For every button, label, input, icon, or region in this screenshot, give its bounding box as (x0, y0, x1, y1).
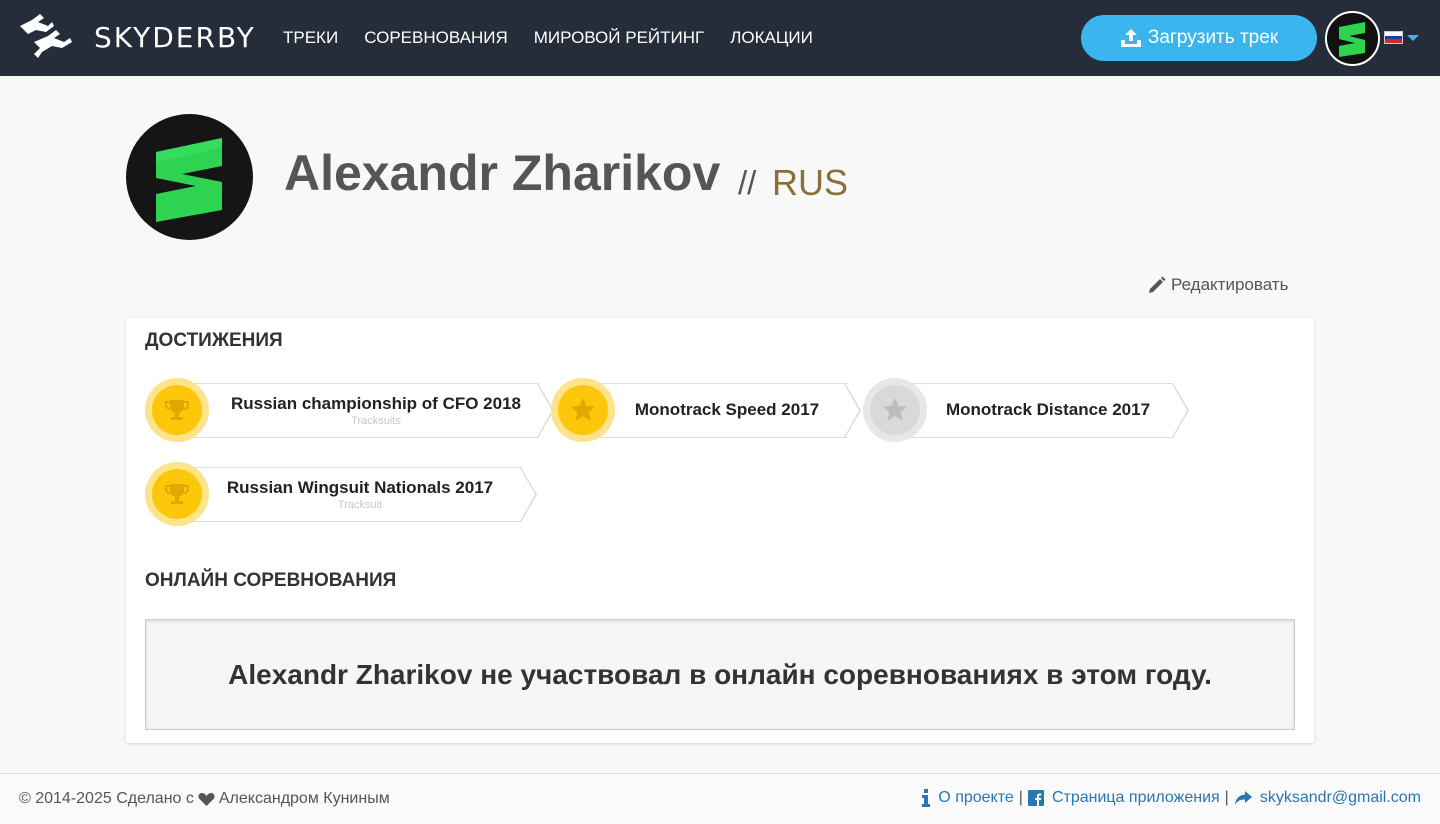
edit-profile-label: Редактировать (1171, 275, 1289, 294)
upload-icon (1120, 29, 1141, 47)
star-icon (571, 398, 595, 421)
russia-flag-icon (1384, 31, 1403, 44)
footer-separator: | (1018, 789, 1023, 806)
avatar-logo-icon (1339, 22, 1365, 57)
online-competitions-notice: Alexandr Zharikov не участвовал в онлайн… (145, 619, 1295, 730)
gold-medal (145, 378, 209, 442)
upload-track-label: Загрузить трек (1147, 27, 1279, 48)
achievement-title: Monotrack Speed 2017 (634, 400, 820, 419)
achievement-title: Russian Wingsuit Nationals 2017 (226, 477, 494, 497)
nav-link-tracks[interactable]: ТРЕКИ (283, 28, 338, 48)
email-label: skyksandr@gmail.com (1259, 789, 1421, 806)
trophy-icon (165, 400, 189, 420)
about-link[interactable]: О проекте (922, 789, 1014, 807)
email-link[interactable]: skyksandr@gmail.com (1234, 789, 1421, 807)
footer-separator: | (1224, 789, 1229, 806)
online-competitions-title: ОНЛАЙН СОРЕВНОВАНИЯ (145, 570, 397, 591)
skyderby-logo-icon (20, 14, 72, 58)
achievement-subtitle: Tracksuits (351, 414, 401, 427)
nav-link-world-ranking[interactable]: МИРОВОЙ РЕЙТИНГ (534, 28, 705, 48)
achievement-item[interactable]: Monotrack Speed 2017 (551, 378, 861, 442)
achievement-subtitle: Tracksuit (337, 498, 383, 511)
app-page-label: Страница приложения (1051, 789, 1220, 806)
silver-medal (863, 378, 927, 442)
edit-profile-link[interactable]: Редактировать (1148, 275, 1288, 295)
achievement-item[interactable]: Russian championship of CFO 2018 Tracksu… (145, 378, 555, 442)
achievement-item[interactable]: Russian Wingsuit Nationals 2017 Tracksui… (145, 462, 545, 526)
profile-logo-icon (156, 138, 222, 222)
footer: © 2014-2025 Сделано с Александром Кунины… (0, 773, 1440, 824)
about-label: О проекте (938, 789, 1014, 806)
profile-country: RUS (772, 162, 849, 203)
brand-name: SKYDERBY (94, 20, 256, 54)
nav-link-competitions[interactable]: СОРЕВНОВАНИЯ (364, 28, 508, 48)
achievement-title: Monotrack Distance 2017 (945, 400, 1151, 419)
main-nav: ТРЕКИ СОРЕВНОВАНИЯ МИРОВОЙ РЕЙТИНГ ЛОКАЦ… (283, 0, 839, 76)
nav-link-locations[interactable]: ЛОКАЦИИ (730, 28, 813, 48)
facebook-icon (1027, 790, 1044, 806)
share-icon (1234, 791, 1252, 805)
profile-card: ДОСТИЖЕНИЯ Russian championship of CFO 2… (126, 318, 1314, 743)
trophy-icon (165, 484, 189, 504)
brand-link[interactable]: SKYDERBY (18, 12, 256, 62)
copyright: © 2014-2025 Сделано с Александром Кунины… (19, 790, 390, 808)
online-competitions-message: Alexandr Zharikov не участвовал в онлайн… (228, 658, 1212, 690)
heart-icon (198, 792, 215, 806)
star-icon (883, 398, 907, 421)
chevron-down-icon (1407, 34, 1419, 41)
language-selector[interactable] (1384, 31, 1419, 44)
achievements-title: ДОСТИЖЕНИЯ (145, 330, 283, 351)
info-icon (922, 789, 931, 807)
upload-track-button[interactable]: Загрузить трек (1081, 15, 1317, 61)
copyright-text: © 2014-2025 Сделано с (19, 790, 194, 807)
name-separator: // (738, 164, 757, 201)
navbar: SKYDERBY ТРЕКИ СОРЕВНОВАНИЯ МИРОВОЙ РЕЙТ… (0, 0, 1440, 76)
author-text: Александром Куниным (218, 790, 390, 807)
user-avatar[interactable] (1325, 11, 1380, 66)
profile-name: Alexandr Zharikov (284, 145, 721, 201)
gold-medal (551, 378, 615, 442)
achievement-title: Russian championship of CFO 2018 (230, 393, 521, 413)
gold-medal (145, 462, 209, 526)
footer-links: О проекте | Страница приложения | skyksa… (922, 789, 1421, 807)
profile-avatar (126, 114, 253, 240)
achievement-item[interactable]: Monotrack Distance 2017 (863, 378, 1193, 442)
pencil-icon (1149, 276, 1166, 293)
app-page-link[interactable]: Страница приложения (1027, 789, 1220, 807)
